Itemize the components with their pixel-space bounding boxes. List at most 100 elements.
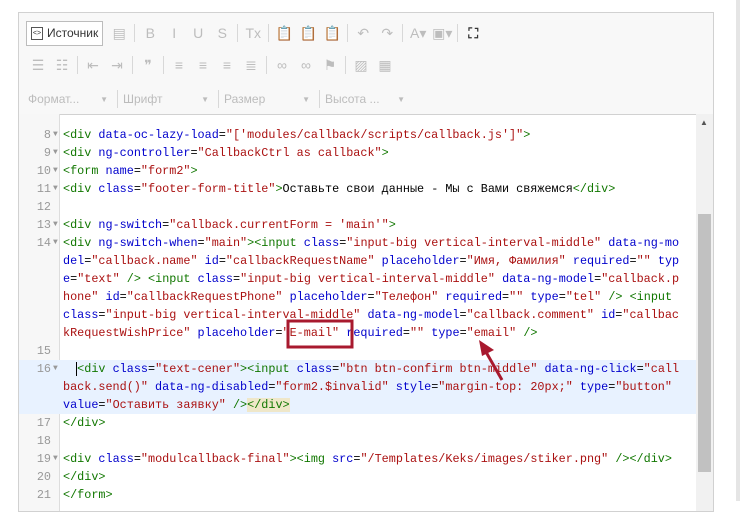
combo-font[interactable]: Шрифт ▼ — [121, 88, 215, 110]
code-tag: /> — [608, 290, 623, 304]
fold-arrow-icon[interactable]: ▼ — [53, 162, 58, 180]
code-string: "CallbackCtrl as callback" — [197, 146, 382, 160]
code-line[interactable]: 16 ▼ <div class = "text-cener"><input class… — [19, 360, 697, 414]
code-attribute: data-ng-click — [544, 362, 637, 376]
code-attribute: data-oc-lazy-load — [98, 128, 219, 142]
paste-word-icon[interactable]: 📋 — [321, 22, 343, 44]
bulleted-list-icon[interactable]: ☷ — [51, 54, 73, 76]
code-line[interactable]: 10 ▼ <form name="form2"> — [19, 162, 697, 180]
code-string: "input-big vertical-interval-middle" — [240, 272, 495, 286]
combo-label: Формат... — [28, 92, 80, 106]
source-button[interactable]: <> Источник — [26, 20, 104, 46]
align-justify-icon[interactable]: ≣ — [240, 54, 262, 76]
fold-arrow-icon[interactable]: ▼ — [53, 360, 58, 378]
code-line[interactable]: 21 </form> — [19, 486, 697, 504]
remove-format-icon[interactable]: Tx — [242, 22, 264, 44]
paste-text-icon[interactable]: 📋 — [297, 22, 319, 44]
outdent-icon[interactable]: ⇤ — [82, 54, 104, 76]
toolbar-separator — [266, 56, 267, 74]
link-icon[interactable]: ∞ — [271, 54, 293, 76]
fold-arrow-icon[interactable]: ▼ — [53, 234, 58, 252]
numbered-list-icon[interactable]: ☰ — [27, 54, 49, 76]
code-line[interactable]: 19 ▼ <div class="modulcallback-final"><img… — [19, 450, 697, 468]
code-text: = — [402, 326, 410, 340]
bg-color-icon[interactable]: ▣▾ — [431, 22, 453, 44]
strike-icon[interactable]: S — [211, 22, 233, 44]
indent-icon[interactable]: ⇥ — [106, 54, 128, 76]
code-string: "form2.$invalid" — [275, 380, 389, 394]
chevron-down-icon: ▼ — [201, 94, 209, 104]
fold-arrow-icon[interactable]: ▼ — [53, 216, 58, 234]
image-icon[interactable]: ▨ — [350, 54, 372, 76]
code-attribute: data-ng-model — [502, 272, 595, 286]
align-left-icon[interactable]: ≡ — [168, 54, 190, 76]
code-attribute: class — [296, 362, 333, 376]
line-number: 16 — [36, 362, 51, 376]
code-attribute: class — [112, 362, 148, 376]
code-editor[interactable]: 8 ▼ <div data-oc-lazy-load="['modules/call… — [19, 114, 713, 511]
redo-icon[interactable]: ↷ — [376, 22, 398, 44]
code-string: "['modules/callback/scripts/callback.js'… — [225, 128, 524, 142]
undo-icon[interactable]: ↶ — [352, 22, 374, 44]
code-text: = — [218, 254, 226, 268]
italic-icon[interactable]: I — [163, 22, 185, 44]
line-text: ​ — [63, 432, 686, 450]
text-color-icon[interactable]: A▾ — [407, 22, 429, 44]
code-attribute: value — [63, 398, 99, 412]
code-line[interactable]: 13 ▼ <div ng-switch="callback.currentForm … — [19, 216, 697, 234]
code-tag: > — [190, 164, 198, 178]
page-scrollbar[interactable] — [736, 0, 740, 501]
code-line[interactable]: 20 </div> — [19, 468, 697, 486]
paste-icon[interactable]: 📋 — [273, 22, 295, 44]
anchor-flag-icon[interactable]: ⚑ — [319, 54, 341, 76]
combo-line-height[interactable]: Высота ... ▼ — [323, 88, 411, 110]
bold-icon[interactable]: B — [139, 22, 161, 44]
align-center-icon[interactable]: ≡ — [192, 54, 214, 76]
code-attribute: ng-switch-when — [98, 236, 198, 250]
line-number: 10 — [36, 164, 51, 178]
code-line[interactable]: 9 ▼ <div ng-controller="CallbackCtrl as ca… — [19, 144, 697, 162]
code-tag: </div> — [572, 182, 616, 196]
code-tag: ><img — [289, 452, 325, 466]
fold-arrow-icon[interactable]: ▼ — [53, 126, 58, 144]
fold-arrow-icon[interactable]: ▼ — [53, 180, 58, 198]
underline-icon[interactable]: U — [187, 22, 209, 44]
line-number: 15 — [36, 344, 51, 358]
code-attribute: id — [204, 254, 219, 268]
combo-format[interactable]: Формат... ▼ — [26, 88, 114, 110]
code-scrollbar[interactable]: ▲ — [696, 114, 713, 511]
line-text: <div data-oc-lazy-load="['modules/callba… — [63, 126, 686, 144]
fold-arrow-icon[interactable]: ▼ — [53, 450, 58, 468]
code-string: "text-cener" — [155, 362, 241, 376]
code-line[interactable]: 12 ​ — [19, 198, 697, 216]
code-line[interactable]: 11 ▼ <div class="footer-form-title">Оставь… — [19, 180, 697, 198]
code-line[interactable]: 18 ​ — [19, 432, 697, 450]
code-line[interactable]: 14 ▼ <div ng-switch-when="main"><input cla… — [19, 234, 697, 342]
maximize-icon[interactable]: ⛶ — [462, 22, 484, 44]
code-attribute: class — [63, 308, 99, 322]
code-string: "callback.currentForm = 'main'" — [169, 218, 389, 232]
templates-icon[interactable]: ▤ — [108, 22, 130, 44]
scroll-up-icon[interactable]: ▲ — [700, 118, 708, 127]
combo-size[interactable]: Размер ▼ — [222, 88, 316, 110]
code-text: = — [133, 164, 141, 178]
align-right-icon[interactable]: ≡ — [216, 54, 238, 76]
code-attribute: name — [105, 164, 134, 178]
code-line[interactable]: 15 ​ — [19, 342, 697, 360]
code-tag: /> — [523, 326, 538, 340]
blockquote-icon[interactable]: ❞ — [137, 54, 159, 76]
fold-arrow-icon[interactable]: ▼ — [53, 144, 58, 162]
code-text: = — [459, 308, 467, 322]
code-string: "Оставить заявку" — [105, 398, 226, 412]
table-icon[interactable]: ▦ — [374, 54, 396, 76]
code-line[interactable]: 8 ▼ <div data-oc-lazy-load="['modules/call… — [19, 126, 697, 144]
scroll-thumb[interactable] — [698, 214, 711, 472]
code-attribute: placeholder — [289, 290, 368, 304]
chevron-down-icon: ▼ — [302, 94, 310, 104]
unlink-icon[interactable]: ∞ — [295, 54, 317, 76]
code-line[interactable]: 17 </div> — [19, 414, 697, 432]
code-attribute: data-ng-disabled — [155, 380, 269, 394]
